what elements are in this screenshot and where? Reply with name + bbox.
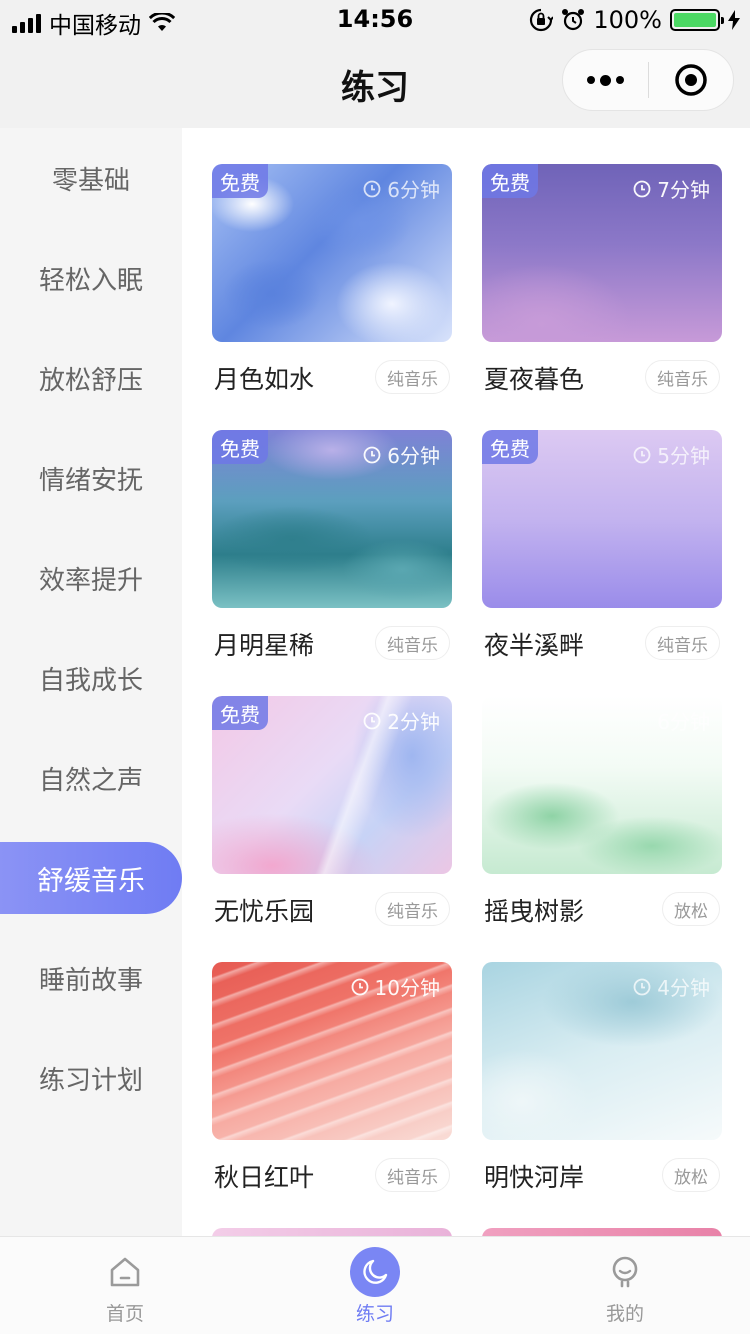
sidebar-item-6[interactable]: 自然之声 xyxy=(0,742,182,814)
card-thumbnail[interactable]: 免费 2分钟 xyxy=(212,696,452,874)
card-thumbnail-partial[interactable] xyxy=(482,1228,722,1236)
category-tag: 纯音乐 xyxy=(375,1158,450,1192)
duration-label: 2分钟 xyxy=(363,706,440,735)
clock-icon xyxy=(363,712,381,729)
card-title: 月明星稀 xyxy=(214,631,315,660)
target-circle-icon[interactable] xyxy=(649,49,734,111)
tab-profile[interactable]: 我的 xyxy=(500,1237,750,1334)
sidebar-item-5[interactable]: 自我成长 xyxy=(0,642,182,714)
sidebar-item-label: 零基础 xyxy=(51,165,130,196)
category-tag: 纯音乐 xyxy=(375,626,450,660)
clock-icon xyxy=(363,446,381,463)
category-tag: 纯音乐 xyxy=(375,892,450,926)
category-tag: 放松 xyxy=(662,892,720,926)
free-badge: 免费 xyxy=(212,696,268,730)
charging-bolt-icon xyxy=(728,10,740,30)
clock-icon xyxy=(363,180,381,197)
sidebar-item-label: 情绪安抚 xyxy=(38,465,143,496)
free-badge: 免费 xyxy=(482,164,538,198)
card-title: 无忧乐园 xyxy=(214,897,315,926)
free-badge: 免费 xyxy=(212,430,268,464)
duration-label: 4分钟 xyxy=(633,972,710,1001)
duration-text: 5分钟 xyxy=(657,444,710,468)
card-title: 夜半溪畔 xyxy=(484,631,585,660)
sidebar-item-7[interactable]: 舒缓音乐 xyxy=(0,842,182,914)
duration-text: 7分钟 xyxy=(657,178,710,202)
bottom-tab-bar: 首页 练习 我的 xyxy=(0,1236,750,1334)
clock-icon xyxy=(633,180,651,197)
music-grid: 免费 6分钟 月色如水 纯音乐 免费 7分钟 夏夜暮色 纯音乐 免费 6分钟 月… xyxy=(182,128,750,1236)
card-title: 摇曳树影 xyxy=(484,897,585,926)
card-thumbnail[interactable]: 6分钟 xyxy=(482,696,722,874)
sidebar-item-8[interactable]: 睡前故事 xyxy=(0,942,182,1014)
status-bar: 中国移动 14:56 100% xyxy=(0,0,750,40)
tab-label: 我的 xyxy=(605,1303,644,1325)
card-thumbnail[interactable]: 4分钟 xyxy=(482,962,722,1140)
card-thumbnail[interactable]: 免费 6分钟 xyxy=(212,164,452,342)
card-thumbnail-partial[interactable] xyxy=(212,1228,452,1236)
category-tag: 纯音乐 xyxy=(645,626,720,660)
card-title: 月色如水 xyxy=(214,365,315,394)
card-thumbnail[interactable]: 10分钟 xyxy=(212,962,452,1140)
sidebar-item-label: 轻松入眠 xyxy=(38,265,143,296)
sidebar-item-4[interactable]: 效率提升 xyxy=(0,542,182,614)
battery-icon xyxy=(670,9,724,31)
sidebar-item-label: 睡前故事 xyxy=(38,965,143,996)
sidebar-item-3[interactable]: 情绪安抚 xyxy=(0,442,182,514)
clock-icon xyxy=(351,978,368,995)
sidebar-item-label: 放松舒压 xyxy=(38,365,143,396)
status-right: 100% xyxy=(529,6,740,34)
duration-label: 6分钟 xyxy=(363,174,440,203)
sidebar-item-label: 练习计划 xyxy=(38,1065,143,1096)
alarm-icon xyxy=(562,9,585,31)
clock-icon xyxy=(633,446,651,463)
rotation-lock-icon xyxy=(530,8,554,32)
sidebar-item-0[interactable]: 零基础 xyxy=(0,142,182,214)
sidebar-item-9[interactable]: 练习计划 xyxy=(0,1042,182,1114)
sidebar-item-1[interactable]: 轻松入眠 xyxy=(0,242,182,314)
duration-text: 10分钟 xyxy=(374,976,440,1000)
sidebar-item-label: 效率提升 xyxy=(38,565,143,596)
more-dots-icon[interactable] xyxy=(563,49,648,111)
tab-label: 首页 xyxy=(105,1303,144,1325)
clock-icon xyxy=(633,978,651,995)
duration-label: 7分钟 xyxy=(633,174,710,203)
sidebar-item-label: 舒缓音乐 xyxy=(37,865,145,897)
sidebar-item-2[interactable]: 放松舒压 xyxy=(0,342,182,414)
moon-icon xyxy=(350,1247,400,1297)
card-title: 明快河岸 xyxy=(484,1163,585,1192)
card-thumbnail[interactable]: 免费 6分钟 xyxy=(212,430,452,608)
duration-text: 6分钟 xyxy=(387,444,440,468)
duration-label: 10分钟 xyxy=(351,972,440,1001)
duration-label: 6分钟 xyxy=(363,440,440,469)
free-badge: 免费 xyxy=(212,164,268,198)
tab-label: 练习 xyxy=(355,1303,394,1325)
home-icon xyxy=(100,1247,150,1297)
nav-bar: 练习 xyxy=(0,40,750,128)
duration-text: 6分钟 xyxy=(387,178,440,202)
category-tag: 放松 xyxy=(662,1158,720,1192)
category-sidebar: 零基础 轻松入眠 放松舒压 情绪安抚 效率提升 自我成长 自然之声 舒缓音乐 睡… xyxy=(0,128,182,1236)
mini-program-capsule xyxy=(562,49,734,111)
sidebar-item-label: 自我成长 xyxy=(38,665,143,696)
card-thumbnail[interactable]: 免费 5分钟 xyxy=(482,430,722,608)
app-screen: 中国移动 14:56 100% 练习 零基础 轻松入眠 放松舒压 情绪安抚 效率… xyxy=(0,0,750,1334)
duration-label: 6分钟 xyxy=(657,706,710,735)
card-title: 夏夜暮色 xyxy=(484,365,585,394)
tab-home[interactable]: 首页 xyxy=(0,1237,250,1334)
category-tag: 纯音乐 xyxy=(375,360,450,394)
card-thumbnail[interactable]: 免费 7分钟 xyxy=(482,164,722,342)
profile-icon xyxy=(600,1247,650,1297)
card-title: 秋日红叶 xyxy=(214,1163,315,1192)
sidebar-item-label: 自然之声 xyxy=(38,765,143,796)
duration-text: 2分钟 xyxy=(387,710,440,734)
duration-text: 4分钟 xyxy=(657,976,710,1000)
duration-text: 6分钟 xyxy=(657,710,710,734)
tab-practice[interactable]: 练习 xyxy=(250,1237,500,1334)
battery-percent: 100% xyxy=(593,6,662,34)
free-badge: 免费 xyxy=(482,430,538,464)
duration-label: 5分钟 xyxy=(633,440,710,469)
category-tag: 纯音乐 xyxy=(645,360,720,394)
